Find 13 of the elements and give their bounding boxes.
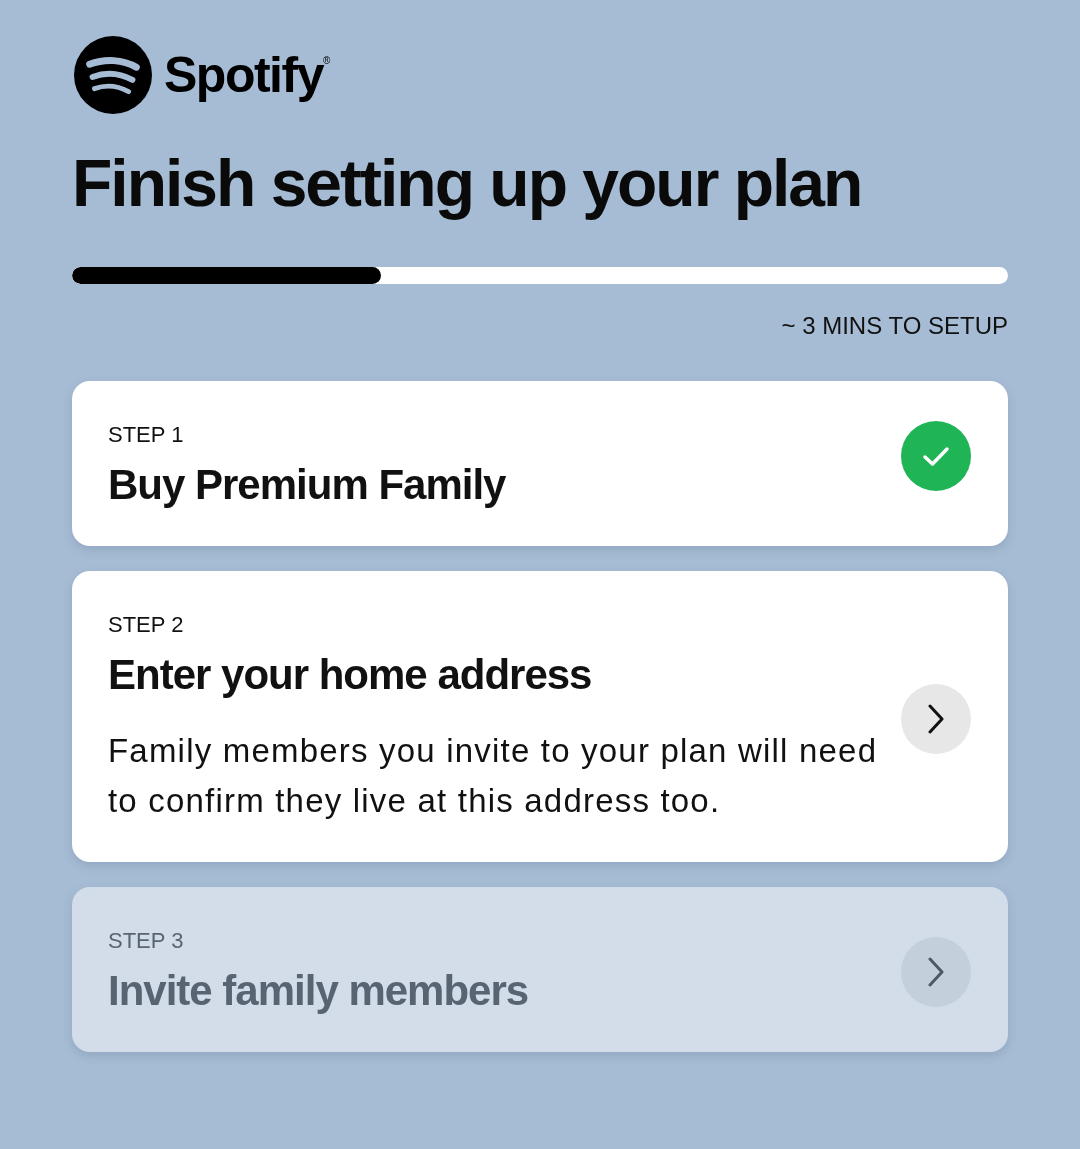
step-label: STEP 3 [108, 927, 185, 955]
page-title: Finish setting up your plan [72, 145, 863, 222]
step-title: Invite family members [108, 966, 530, 1016]
step-label: STEP 1 [108, 421, 185, 449]
step-description: Family members you invite to your plan will need to confirm they live at this address too. [108, 731, 879, 821]
chevron-icon [928, 703, 944, 734]
step-label: STEP 2 [108, 611, 185, 639]
time-estimate: ~ 3 MINS TO SETUP [781, 311, 1008, 341]
step-title: Enter your home address [108, 650, 593, 700]
logo-icon [74, 36, 152, 114]
brand-name: Spotify$^{®}$ [164, 50, 331, 100]
step-title: Buy Premium Family [108, 460, 507, 510]
chevron-icon [928, 956, 944, 987]
